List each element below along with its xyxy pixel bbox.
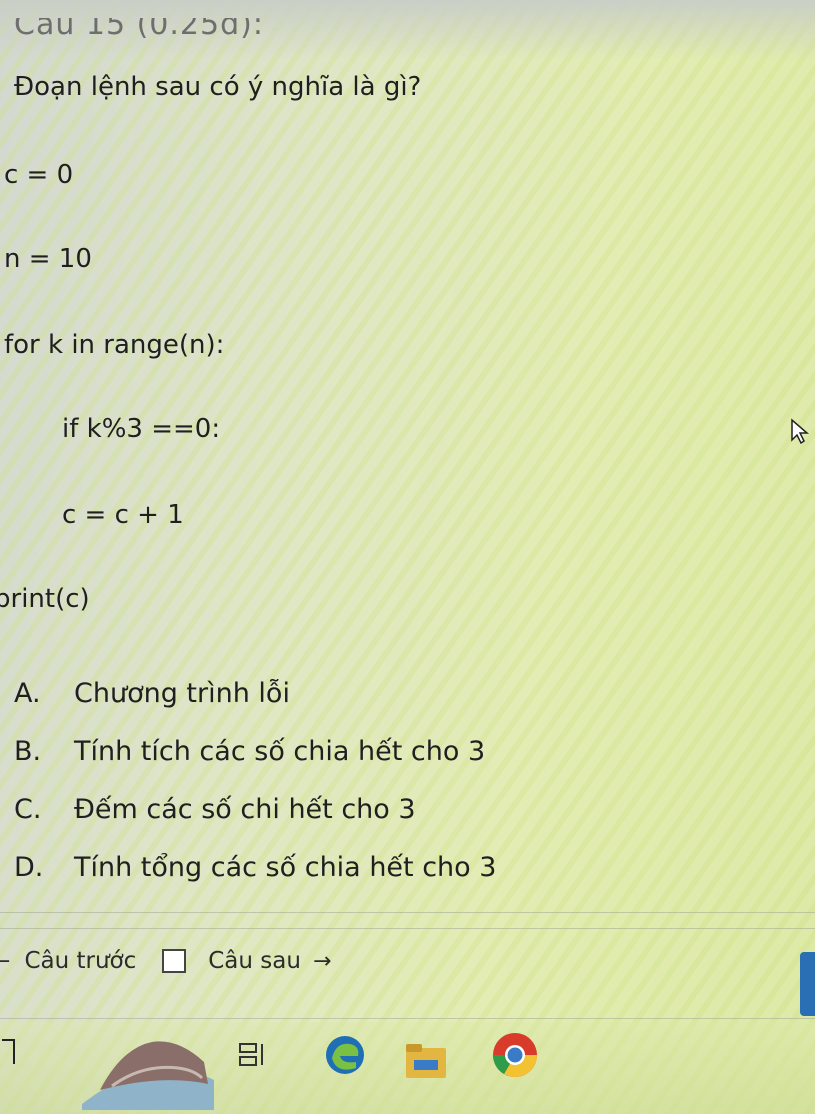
- option-letter: A.: [14, 677, 41, 709]
- code-line-5: c = c + 1: [62, 500, 184, 530]
- flag-question-checkbox[interactable]: [162, 949, 187, 973]
- code-line-6: print(c): [0, 584, 90, 614]
- next-question-label: Câu sau: [208, 948, 301, 974]
- code-line-1: c = 0: [4, 160, 74, 190]
- code-line-4: if k%3 ==0:: [62, 414, 221, 444]
- prev-question-label: Câu trước: [24, 948, 137, 974]
- question-text: Đoạn lệnh sau có ý nghĩa là gì?: [14, 72, 422, 102]
- option-text: Tính tổng các số chia hết cho 3: [74, 851, 497, 883]
- answer-options: A. Chương trình lỗi B. Tính tích các số …: [14, 664, 496, 896]
- task-view-icon[interactable]: [236, 1040, 268, 1070]
- option-letter: B.: [14, 735, 42, 767]
- divider: [0, 912, 815, 913]
- taskbar: [0, 1022, 815, 1114]
- file-explorer-icon[interactable]: [404, 1042, 448, 1080]
- code-line-2: n = 10: [4, 244, 92, 274]
- option-d[interactable]: D. Tính tổng các số chia hết cho 3: [14, 838, 496, 896]
- option-b[interactable]: B. Tính tích các số chia hết cho 3: [14, 722, 496, 780]
- option-c[interactable]: C. Đếm các số chi hết cho 3: [14, 780, 496, 838]
- option-text: Đếm các số chi hết cho 3: [74, 793, 416, 825]
- arrow-right-icon: →: [312, 948, 332, 974]
- divider: [0, 1018, 815, 1019]
- divider: [0, 928, 815, 929]
- mouse-cursor-icon: [791, 418, 810, 444]
- option-a[interactable]: A. Chương trình lỗi: [14, 664, 496, 722]
- option-letter: C.: [14, 793, 42, 825]
- option-letter: D.: [14, 851, 44, 883]
- taskbar-edge-icon: [2, 1039, 15, 1064]
- chrome-browser-icon[interactable]: [490, 1030, 540, 1080]
- question-navigation: ← Câu trước Câu sau →: [0, 948, 331, 974]
- code-line-3: for k in range(n):: [4, 330, 225, 360]
- side-panel-tab[interactable]: [800, 952, 815, 1016]
- next-question-button[interactable]: Câu sau →: [208, 948, 331, 974]
- question-header: Câu 15 (0.25đ):: [14, 18, 264, 42]
- option-text: Chương trình lỗi: [74, 677, 290, 709]
- edge-browser-icon[interactable]: [322, 1032, 368, 1078]
- option-text: Tính tích các số chia hết cho 3: [74, 735, 486, 767]
- prev-question-button[interactable]: ← Câu trước: [0, 948, 136, 974]
- landscape-thumbnail-icon[interactable]: [82, 1034, 214, 1110]
- arrow-left-icon: ←: [0, 948, 11, 974]
